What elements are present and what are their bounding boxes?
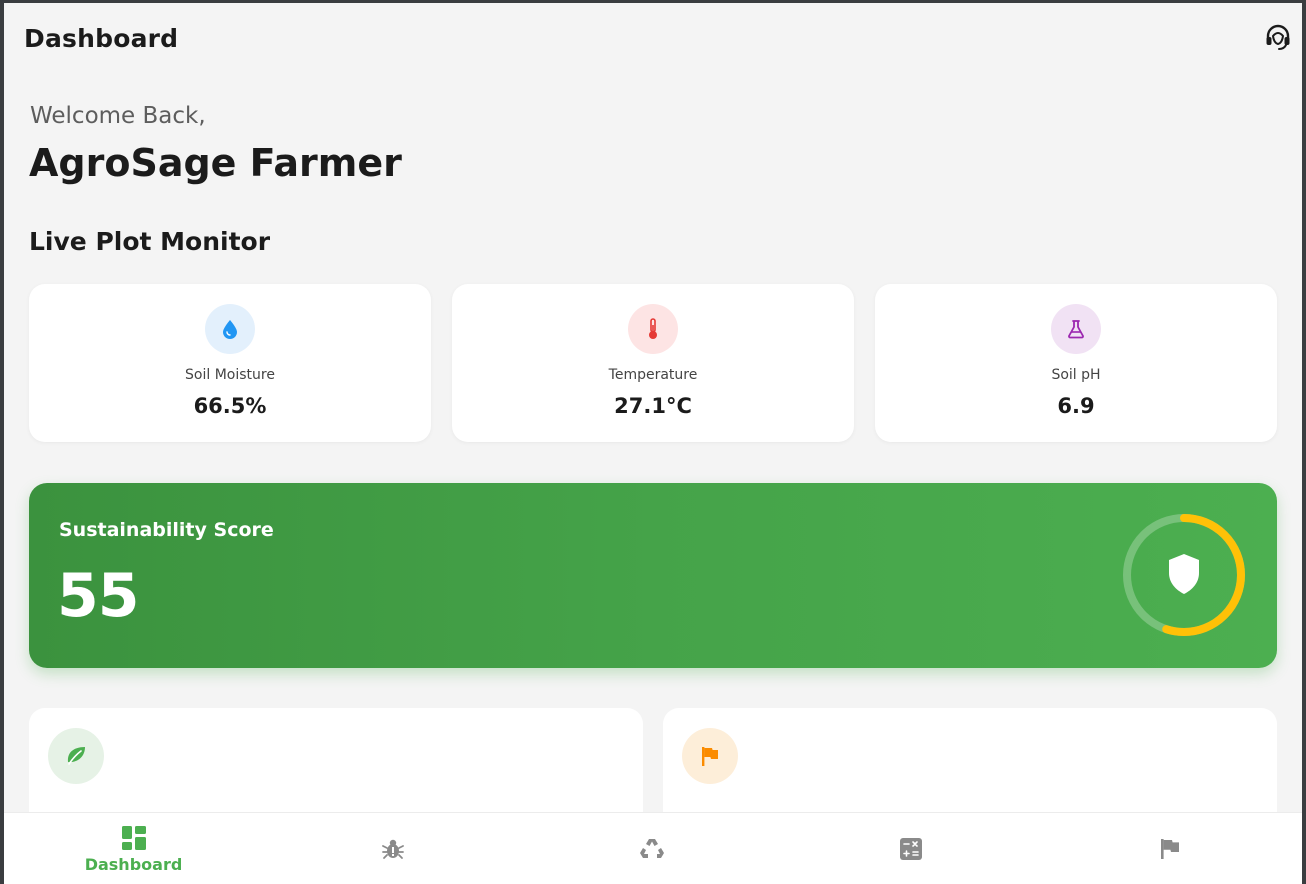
water-drop-icon [205,304,255,354]
metric-value: 6.9 [1057,394,1095,418]
flask-icon [1051,304,1101,354]
metric-label: Temperature [608,367,698,383]
metric-card-soil-ph[interactable]: Soil pH 6.9 [875,284,1277,442]
flag-icon [1160,839,1179,859]
recycle-icon [639,839,664,858]
thermometer-icon [628,304,678,354]
calculator-icon [899,838,922,860]
page-title: Dashboard [24,23,179,53]
nav-item-goals[interactable] [1040,813,1299,884]
metric-label: Soil pH [1051,367,1101,383]
nav-item-recycle[interactable] [522,813,781,884]
metric-card-soil-moisture[interactable]: Soil Moisture 66.5% [29,284,431,442]
metric-card-temperature[interactable]: Temperature 27.1°C [452,284,854,442]
metric-value: 66.5% [193,394,267,418]
sustainability-score-value: 55 [57,561,139,631]
leaf-icon [48,728,104,784]
app-window: Dashboard Welcome Back, AgroSage Farmer … [4,3,1302,884]
metric-value: 27.1°C [614,394,692,418]
nav-item-pests[interactable] [263,813,522,884]
score-progress-ring [1123,514,1245,636]
top-app-bar: Dashboard [4,3,1302,73]
shield-icon [1169,554,1199,594]
flag-icon [682,728,738,784]
nav-item-calculator[interactable] [781,813,1040,884]
sustainability-score-card[interactable]: Sustainability Score 55 [29,483,1277,668]
welcome-greeting: Welcome Back, [30,103,206,129]
sustainability-score-label: Sustainability Score [59,519,274,541]
headset-icon[interactable] [1264,23,1292,51]
farmer-name: AgroSage Farmer [29,141,402,185]
nav-item-dashboard[interactable]: Dashboard [4,813,263,884]
dashboard-icon [121,825,146,850]
section-title-live-plot-monitor: Live Plot Monitor [29,227,271,256]
metric-label: Soil Moisture [185,367,275,383]
bottom-navigation: Dashboard [4,812,1302,884]
nav-label-dashboard: Dashboard [84,854,183,874]
bug-icon [381,839,404,859]
